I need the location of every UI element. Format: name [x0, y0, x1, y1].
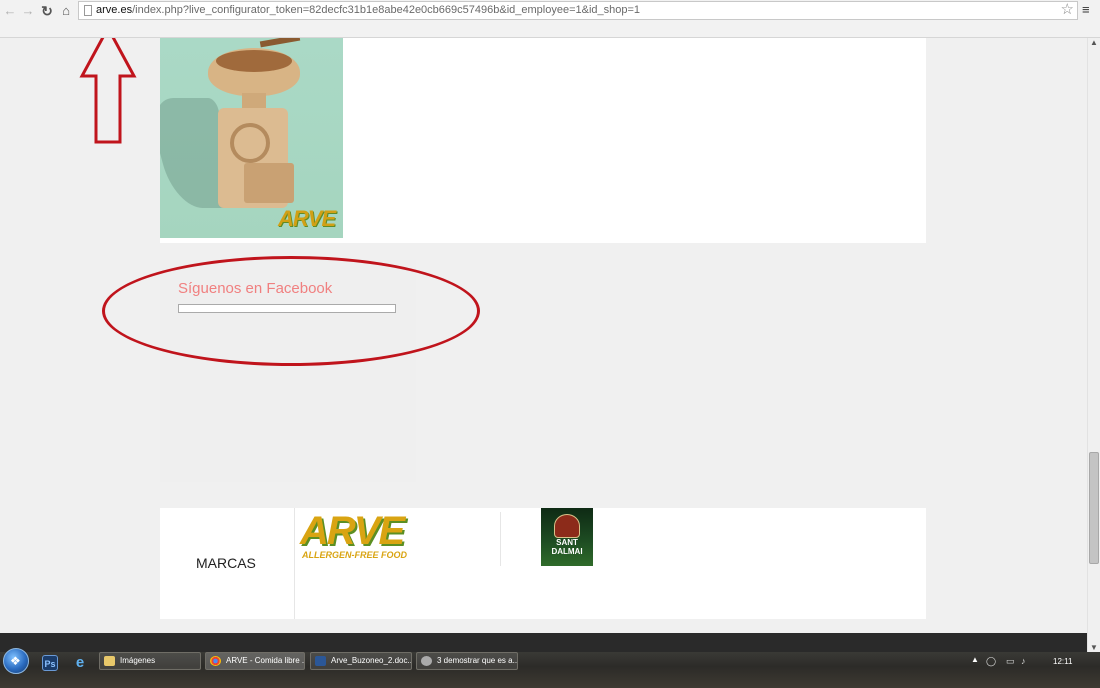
sant-dalmai-emblem-icon: [554, 514, 580, 538]
scroll-down-icon[interactable]: ▼: [1090, 643, 1098, 652]
annotation-ellipse: [102, 256, 480, 366]
brand-arve[interactable]: ARVE ALLERGEN-FREE FOOD: [298, 510, 413, 562]
url-path: /index.php?live_configurator_token=82dec…: [132, 4, 641, 16]
home-icon[interactable]: ⌂: [57, 3, 75, 19]
taskbar-item-chrome[interactable]: ARVE - Comida libre ...: [205, 652, 305, 670]
system-tray: ▲ ◯ ▭ ♪ 12:11: [968, 655, 1100, 671]
forward-arrow-icon[interactable]: →: [19, 3, 37, 19]
taskbar-item-images[interactable]: Imágenes: [99, 652, 201, 670]
brand-divider: [294, 508, 295, 619]
arve-logo-small: ARVE: [278, 206, 336, 231]
brand-sant-dalmai[interactable]: SANT DALMAI: [541, 508, 593, 566]
brands-title: MARCAS: [196, 555, 256, 571]
taskbar-item-other[interactable]: 3 demostrar que es a...: [416, 652, 518, 670]
page-viewport: ARVE Síguenos en Facebook MARCAS ARVE AL…: [0, 38, 1087, 633]
taskbar-item-word[interactable]: Arve_Buzoneo_2.doc...: [310, 652, 412, 670]
grain-mill-image[interactable]: ARVE: [160, 38, 343, 238]
windows-logo-icon: ❖: [10, 654, 21, 668]
brands-panel: MARCAS ARVE ALLERGEN-FREE FOOD SANT DALMA…: [160, 508, 926, 619]
scroll-up-icon[interactable]: ▲: [1090, 38, 1098, 47]
windows-taskbar: ❖ Ps e Imágenes ARVE - Comida libre ... …: [0, 648, 1100, 688]
product-panel: ARVE: [160, 38, 926, 243]
photoshop-icon[interactable]: Ps: [42, 655, 58, 671]
address-bar[interactable]: arve.es/index.php?live_configurator_toke…: [78, 1, 1078, 20]
monitor-icon[interactable]: ▭: [1006, 656, 1017, 666]
annotation-arrow-icon: [79, 38, 137, 144]
app-icon: [421, 656, 432, 666]
start-button[interactable]: ❖: [3, 648, 29, 674]
scrollbar-thumb[interactable]: [1089, 452, 1099, 564]
browser-toolbar: ← → ↻ ⌂ arve.es/index.php?live_configura…: [0, 0, 1100, 38]
tray-expand-icon[interactable]: ▲: [971, 655, 979, 664]
url-text[interactable]: arve.es/index.php?live_configurator_toke…: [96, 4, 640, 16]
taskbar-top-strip: [0, 633, 1087, 652]
word-icon: [315, 656, 326, 666]
url-host: arve.es: [96, 4, 133, 16]
folder-icon: [104, 656, 115, 666]
internet-explorer-icon[interactable]: e: [72, 655, 88, 671]
arve-tagline: ALLERGEN-FREE FOOD: [302, 550, 407, 560]
bookmark-star-icon[interactable]: ☆: [1061, 1, 1074, 19]
volume-icon[interactable]: ♪: [1021, 656, 1032, 666]
back-arrow-icon[interactable]: ←: [1, 3, 19, 19]
sant-dalmai-text: SANT DALMAI: [551, 538, 583, 556]
page-icon: [84, 5, 92, 16]
arve-logo: ARVE: [300, 509, 405, 553]
network-icon[interactable]: ◯: [986, 656, 997, 666]
brand-divider: [500, 512, 501, 566]
chrome-icon: [210, 656, 221, 666]
reload-icon[interactable]: ↻: [38, 3, 56, 19]
page-scrollbar[interactable]: ▲ ▼: [1087, 38, 1100, 652]
clock[interactable]: 12:11: [1053, 657, 1072, 666]
menu-icon[interactable]: ≡: [1082, 3, 1090, 17]
